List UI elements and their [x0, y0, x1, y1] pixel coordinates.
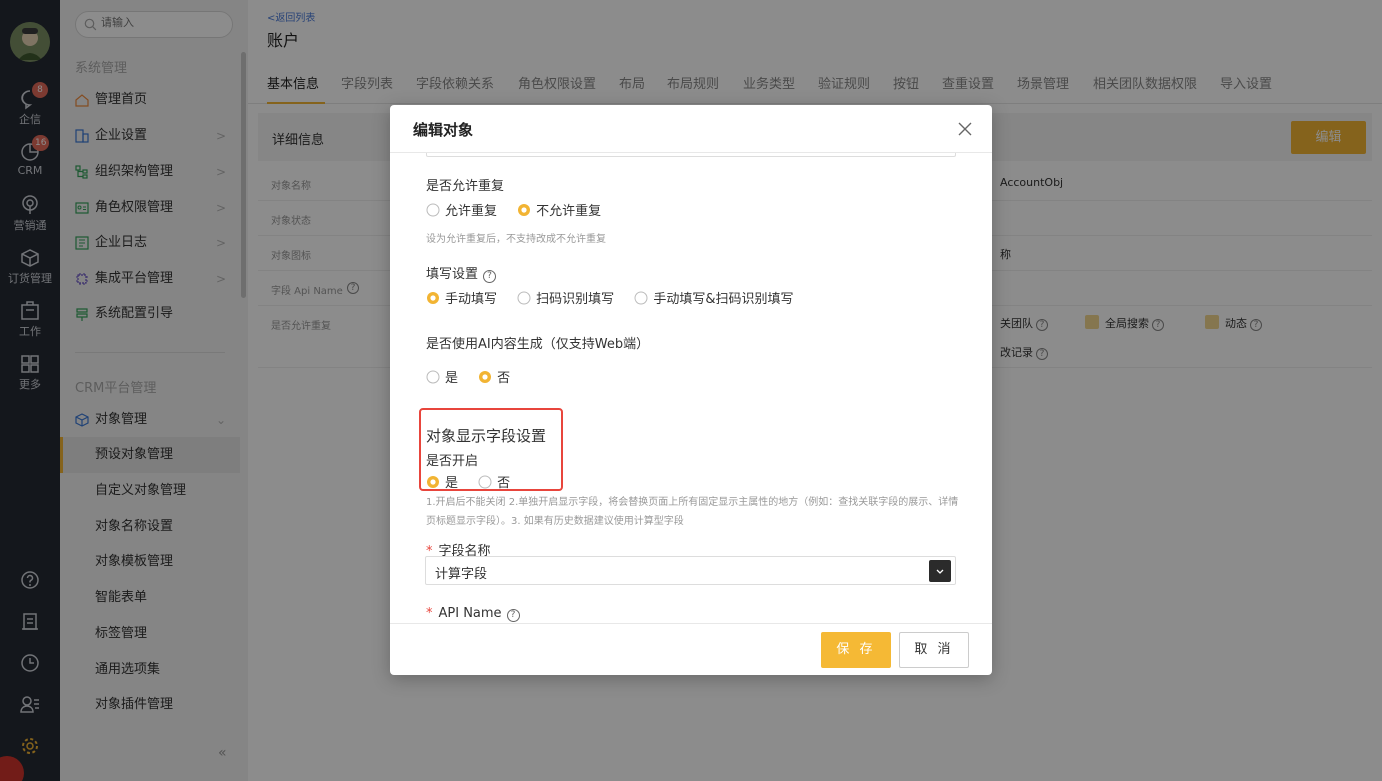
radio-unchecked[interactable] — [517, 291, 531, 305]
radio-checked[interactable] — [426, 291, 440, 305]
radio-display-yes[interactable]: 是 — [426, 474, 478, 491]
modal-footer: 保 存 取 消 — [390, 623, 992, 675]
radio-ai-yes[interactable]: 是 — [426, 369, 478, 386]
modal-body: 是否允许重复 允许重复 不允许重复 设为允许重复后，不支持改成不允许重复 填写设… — [390, 153, 992, 623]
required-marker: * — [426, 606, 433, 621]
display-field-enable-label: 是否开启 — [426, 454, 479, 469]
radio-checked[interactable] — [426, 475, 440, 489]
radio-display-no[interactable]: 否 — [478, 474, 526, 491]
ai-generation-radio-group: 是 否 — [426, 367, 526, 386]
radio-no-duplicate[interactable]: 不允许重复 — [517, 202, 617, 219]
fill-settings-label: 填写设置? — [426, 263, 497, 283]
save-button[interactable]: 保 存 — [821, 632, 891, 668]
fill-settings-radio-group: 手动填写 扫码识别填写 手动填写&扫码识别填写 — [426, 288, 809, 307]
radio-checked[interactable] — [478, 370, 492, 384]
field-name-value: 计算字段 — [435, 567, 488, 582]
radio-manual-fill[interactable]: 手动填写 — [426, 290, 517, 307]
radio-allow-duplicate[interactable]: 允许重复 — [426, 202, 517, 219]
allow-duplicate-label: 是否允许重复 — [426, 179, 505, 194]
allow-duplicate-hint: 设为允许重复后，不支持改成不允许重复 — [426, 234, 606, 245]
display-field-title: 对象显示字段设置 — [426, 427, 547, 445]
radio-checked[interactable] — [517, 203, 531, 217]
radio-unchecked[interactable] — [634, 291, 648, 305]
display-field-radio-group: 是 否 — [426, 472, 526, 491]
modal-header: 编辑对象 — [390, 105, 992, 153]
api-name-label: * API Name? — [426, 606, 520, 622]
previous-input[interactable] — [426, 153, 956, 157]
radio-unchecked[interactable] — [478, 475, 492, 489]
cancel-button[interactable]: 取 消 — [899, 632, 969, 668]
radio-manual-scan-fill[interactable]: 手动填写&扫码识别填写 — [634, 290, 809, 307]
radio-ai-no[interactable]: 否 — [478, 369, 526, 386]
edit-object-modal: 编辑对象 是否允许重复 允许重复 不允许重复 设为允许重复后，不支持改成不允许重… — [390, 105, 992, 675]
close-icon[interactable] — [956, 120, 974, 138]
help-icon[interactable]: ? — [506, 609, 520, 622]
allow-duplicate-radio-group: 允许重复 不允许重复 — [426, 200, 617, 219]
field-name-select[interactable]: 计算字段 — [425, 556, 956, 585]
help-icon[interactable]: ? — [483, 270, 497, 283]
chevron-down-icon — [936, 569, 944, 574]
display-field-hint: 1.开启后不能关闭 2.单独开启显示字段，将会替换页面上所有固定显示主属性的地方… — [426, 497, 959, 527]
radio-scan-fill[interactable]: 扫码识别填写 — [517, 290, 634, 307]
radio-unchecked[interactable] — [426, 370, 440, 384]
dropdown-button[interactable] — [929, 560, 951, 582]
radio-unchecked[interactable] — [426, 203, 440, 217]
ai-generation-label: 是否使用AI内容生成（仅支持Web端） — [426, 337, 650, 352]
modal-title: 编辑对象 — [413, 121, 474, 139]
